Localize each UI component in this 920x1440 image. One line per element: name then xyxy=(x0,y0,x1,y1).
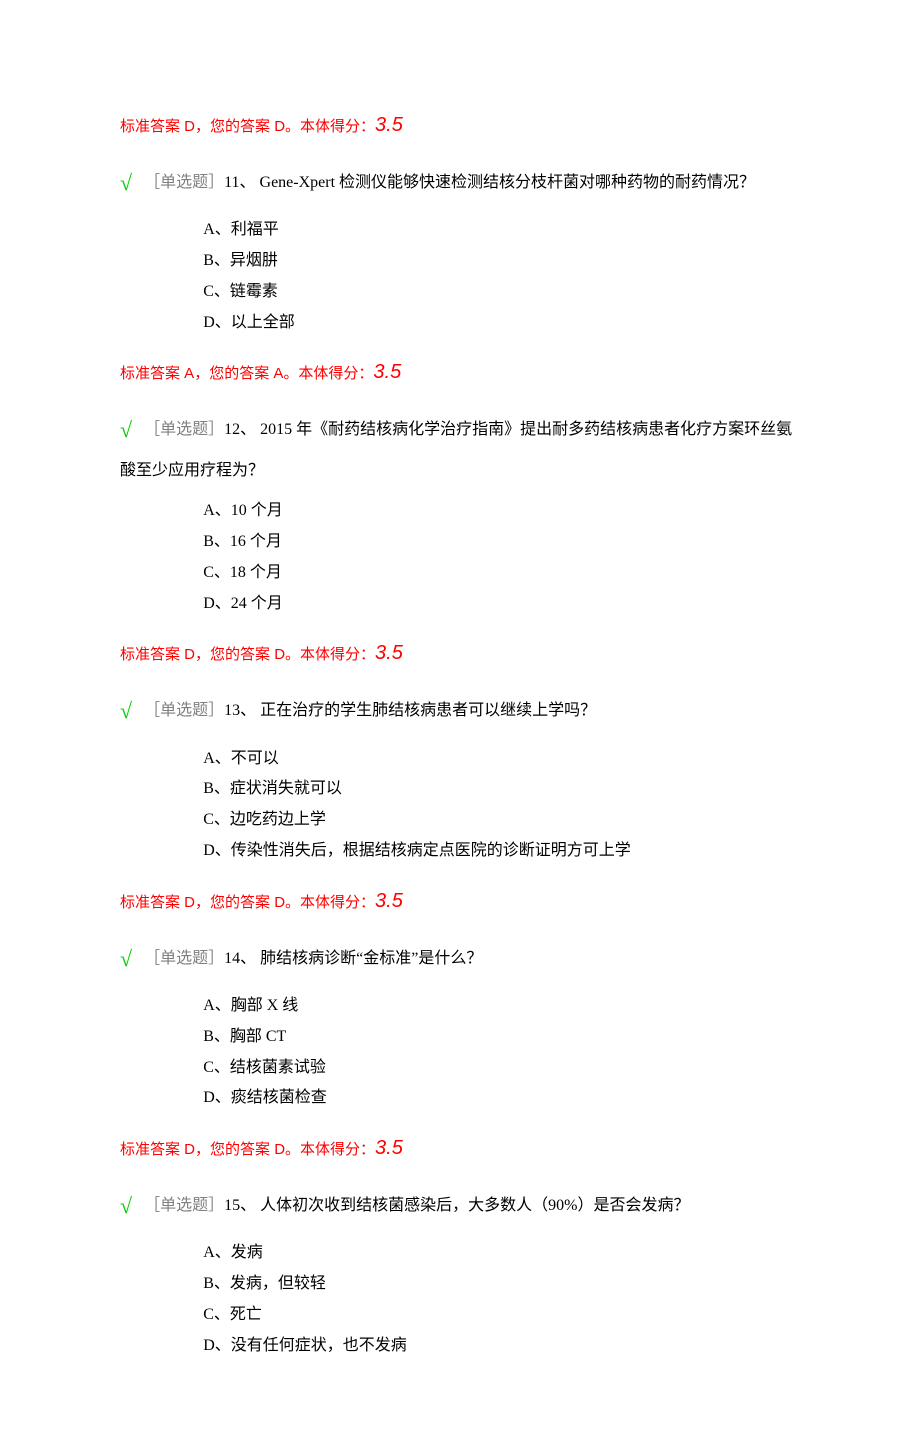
option-d: D、24 个月 xyxy=(203,590,800,619)
question-text: Gene-Xpert 检测仪能够快速检测结核分枝杆菌对哪种药物的耐药情况？ xyxy=(256,174,756,191)
question-11-header: √ ［单选题］11、 Gene-Xpert 检测仪能够快速检测结核分枝杆菌对哪种… xyxy=(120,160,800,206)
answer-mid: ，您的答案 xyxy=(195,118,274,135)
question-12-options: A、10 个月 B、16 个月 C、18 个月 D、24 个月 xyxy=(120,497,800,618)
question-number: 14、 xyxy=(224,949,256,966)
answer-suffix: 。本体得分： xyxy=(285,646,375,663)
question-type: ［单选题］ xyxy=(144,421,224,438)
your-answer: D xyxy=(274,894,285,911)
your-answer: D xyxy=(274,646,285,663)
question-text: 肺结核病诊断“金标准”是什么？ xyxy=(256,949,482,966)
question-text: 人体初次收到结核菌感染后，大多数人（90%）是否会发病？ xyxy=(256,1197,689,1214)
option-c: C、边吃药边上学 xyxy=(203,806,800,835)
option-a: A、不可以 xyxy=(203,745,800,774)
question-11-options: A、利福平 B、异烟肼 C、链霉素 D、以上全部 xyxy=(120,216,800,337)
answer-mid: ，您的答案 xyxy=(195,894,274,911)
correct-answer: D xyxy=(184,118,195,135)
check-icon: √ xyxy=(120,170,132,195)
score-value: 3.5 xyxy=(373,361,401,383)
answer-suffix: 。本体得分： xyxy=(285,1141,375,1158)
option-d: D、传染性消失后，根据结核病定点医院的诊断证明方可上学 xyxy=(203,837,800,866)
answer-prefix: 标准答案 xyxy=(120,894,184,911)
your-answer: A xyxy=(273,365,283,382)
check-icon: √ xyxy=(120,946,132,971)
question-type: ［单选题］ xyxy=(144,1197,224,1214)
option-b: B、异烟肼 xyxy=(203,247,800,276)
correct-answer: D xyxy=(184,1141,195,1158)
option-d: D、没有任何症状，也不发病 xyxy=(203,1332,800,1361)
answer-mid: ，您的答案 xyxy=(194,365,273,382)
answer-mid: ，您的答案 xyxy=(195,1141,274,1158)
option-d: D、以上全部 xyxy=(203,309,800,338)
option-c: C、18 个月 xyxy=(203,559,800,588)
question-text: 正在治疗的学生肺结核病患者可以继续上学吗？ xyxy=(256,702,596,719)
your-answer: D xyxy=(274,1141,285,1158)
answer-line-q10: 标准答案 D，您的答案 D。本体得分：3.5 xyxy=(120,110,800,140)
option-b: B、16 个月 xyxy=(203,528,800,557)
score-value: 3.5 xyxy=(375,114,403,136)
check-icon: √ xyxy=(120,417,132,442)
option-c: C、链霉素 xyxy=(203,278,800,307)
question-14-header: √ ［单选题］14、 肺结核病诊断“金标准”是什么？ xyxy=(120,936,800,982)
option-c: C、死亡 xyxy=(203,1301,800,1330)
option-a: A、10 个月 xyxy=(203,497,800,526)
answer-suffix: 。本体得分： xyxy=(285,118,375,135)
question-15-header: √ ［单选题］15、 人体初次收到结核菌感染后，大多数人（90%）是否会发病？ xyxy=(120,1183,800,1229)
check-icon: √ xyxy=(120,1193,132,1218)
question-15-options: A、发病 B、发病，但较轻 C、死亡 D、没有任何症状，也不发病 xyxy=(120,1239,800,1360)
answer-mid: ，您的答案 xyxy=(195,646,274,663)
question-type: ［单选题］ xyxy=(144,949,224,966)
answer-line-q13: 标准答案 D，您的答案 D。本体得分：3.5 xyxy=(120,886,800,916)
answer-line-q11: 标准答案 A，您的答案 A。本体得分：3.5 xyxy=(120,357,800,387)
question-number: 13、 xyxy=(224,702,256,719)
question-number: 11、 xyxy=(224,174,255,191)
question-13-options: A、不可以 B、症状消失就可以 C、边吃药边上学 D、传染性消失后，根据结核病定… xyxy=(120,745,800,866)
answer-prefix: 标准答案 xyxy=(120,365,184,382)
answer-prefix: 标准答案 xyxy=(120,1141,184,1158)
score-value: 3.5 xyxy=(375,642,403,664)
question-type: ［单选题］ xyxy=(144,174,224,191)
score-value: 3.5 xyxy=(375,890,403,912)
option-a: A、利福平 xyxy=(203,216,800,245)
question-number: 12、 xyxy=(224,421,256,438)
answer-suffix: 。本体得分： xyxy=(283,365,373,382)
question-12-header: √ ［单选题］12、 2015 年《耐药结核病化学治疗指南》提出耐多药结核病患者… xyxy=(120,407,800,487)
question-13-header: √ ［单选题］13、 正在治疗的学生肺结核病患者可以继续上学吗？ xyxy=(120,688,800,734)
option-a: A、发病 xyxy=(203,1239,800,1268)
question-number: 15、 xyxy=(224,1197,256,1214)
correct-answer: A xyxy=(184,365,194,382)
answer-line-q14: 标准答案 D，您的答案 D。本体得分：3.5 xyxy=(120,1133,800,1163)
option-d: D、痰结核菌检查 xyxy=(203,1084,800,1113)
option-a: A、胸部 X 线 xyxy=(203,992,800,1021)
question-14-options: A、胸部 X 线 B、胸部 CT C、结核菌素试验 D、痰结核菌检查 xyxy=(120,992,800,1113)
score-value: 3.5 xyxy=(375,1137,403,1159)
answer-suffix: 。本体得分： xyxy=(285,894,375,911)
answer-line-q12: 标准答案 D，您的答案 D。本体得分：3.5 xyxy=(120,638,800,668)
check-icon: √ xyxy=(120,698,132,723)
correct-answer: D xyxy=(184,646,195,663)
your-answer: D xyxy=(274,118,285,135)
option-b: B、症状消失就可以 xyxy=(203,775,800,804)
question-type: ［单选题］ xyxy=(144,702,224,719)
answer-prefix: 标准答案 xyxy=(120,118,184,135)
option-b: B、胸部 CT xyxy=(203,1023,800,1052)
answer-prefix: 标准答案 xyxy=(120,646,184,663)
option-c: C、结核菌素试验 xyxy=(203,1054,800,1083)
option-b: B、发病，但较轻 xyxy=(203,1270,800,1299)
correct-answer: D xyxy=(184,894,195,911)
